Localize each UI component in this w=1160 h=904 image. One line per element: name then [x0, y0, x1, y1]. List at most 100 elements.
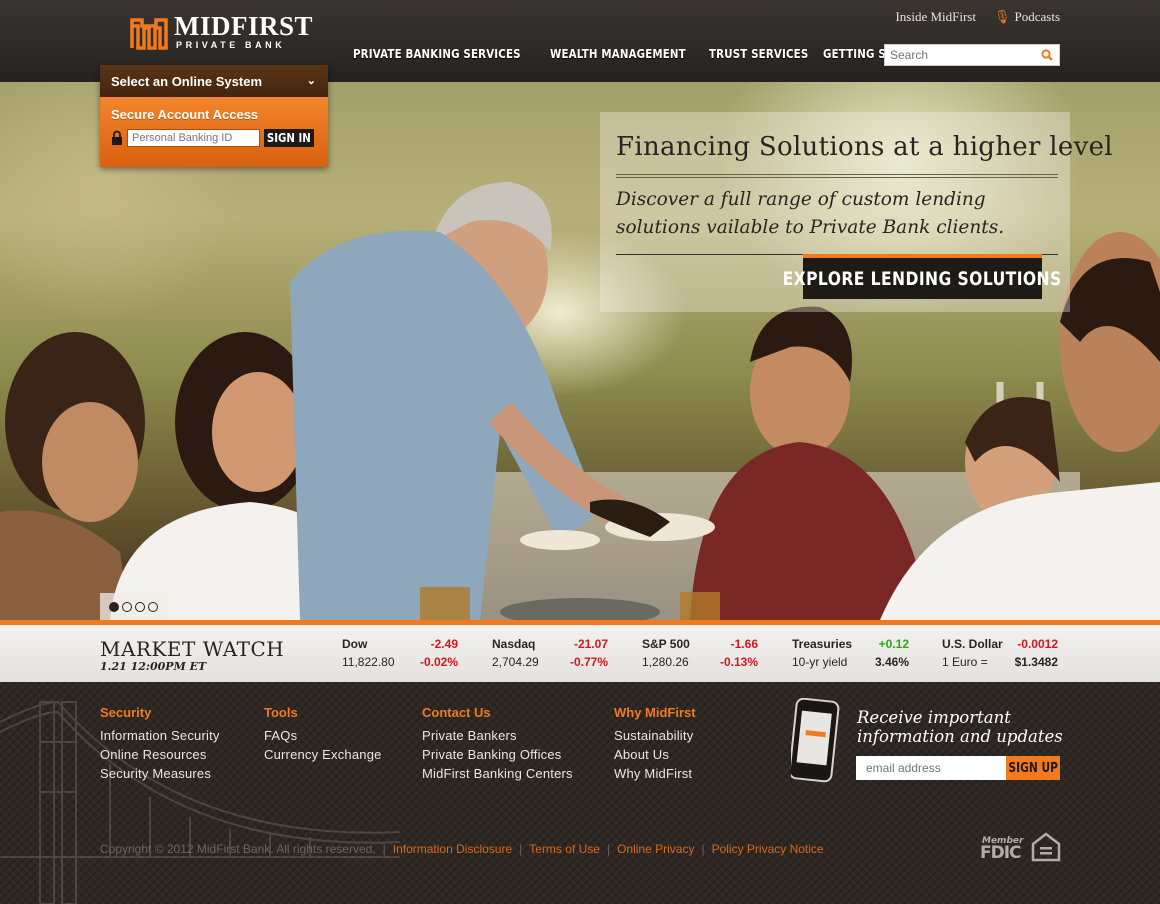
privacy-notice-link[interactable]: Policy Privacy Notice [712, 842, 824, 856]
legal-separator: | [519, 842, 523, 856]
sign-up-label: SIGN UP [1008, 760, 1058, 776]
regulatory-badges: Member FDIC [980, 832, 1061, 862]
footer-link-why-midfirst[interactable]: Why MidFirst [614, 764, 696, 783]
carousel-pager [100, 593, 168, 620]
logo-tagline: PRIVATE BANK [176, 40, 286, 50]
market-watch-time: 1.21 12:00PM ET [100, 660, 207, 673]
login-row: SIGN IN [111, 129, 317, 147]
quote-name: U.S. Dollar [942, 637, 1003, 651]
footer-link-banking-centers[interactable]: MidFirst Banking Centers [422, 764, 573, 783]
footer-link-private-banking-offices[interactable]: Private Banking Offices [422, 745, 573, 764]
secure-access-form: Secure Account Access SIGN IN [100, 97, 328, 167]
search-box [884, 44, 1060, 66]
quote-change: -21.07 [573, 637, 608, 651]
terms-of-use-link[interactable]: Terms of Use [529, 842, 600, 856]
utility-nav: Inside MidFirst 🎙 Podcasts [895, 9, 1060, 25]
chevron-down-icon: ⌄ [306, 75, 316, 87]
footer-heading: Why MidFirst [614, 705, 696, 720]
email-field[interactable] [856, 756, 1006, 780]
search-input[interactable] [885, 45, 1035, 65]
footer-col-why-midfirst: Why MidFirst Sustainability About Us Why… [614, 705, 696, 783]
market-watch-title: MARKET WATCH [100, 637, 285, 661]
online-system-select[interactable]: Select an Online System ⌄ [100, 65, 328, 97]
footer-col-tools: Tools FAQs Currency Exchange [264, 705, 382, 764]
banking-id-input[interactable] [127, 129, 260, 147]
quote-change: -2.49 [430, 637, 458, 651]
footer-heading: Security [100, 705, 152, 720]
quote-value: 10-yr yield [792, 655, 848, 669]
quote-pct: 3.46% [874, 655, 909, 669]
quote-sp500: S&P 500 -1.66 1,280.26 -0.13% [642, 637, 758, 673]
inside-midfirst-link[interactable]: Inside MidFirst [895, 9, 976, 25]
quote-treasuries: Treasuries +0.12 10-yr yield 3.46% [792, 637, 909, 673]
footer-link-security-measures[interactable]: Security Measures [100, 764, 220, 783]
footer-link-about-us[interactable]: About Us [614, 745, 696, 764]
sign-in-button[interactable]: SIGN IN [264, 129, 314, 147]
quote-change: -0.0012 [1017, 637, 1058, 651]
quote-value: 1,280.26 [642, 655, 689, 669]
hero-title: Financing Solutions at a higher level [616, 132, 1113, 162]
explore-lending-label: EXPLORE LENDING SOLUTIONS [782, 267, 1063, 290]
quote-value: 1 Euro = [942, 655, 988, 669]
nav-trust-services[interactable]: TRUST SERVICES [709, 46, 808, 61]
footer-link-online-resources[interactable]: Online Resources [100, 745, 220, 764]
nav-wealth-management[interactable]: WEALTH MANAGEMENT [550, 46, 686, 61]
footer-link-sustainability[interactable]: Sustainability [614, 726, 696, 745]
fdic-badge: Member FDIC [980, 835, 1023, 863]
footer-link-faqs[interactable]: FAQs [264, 726, 382, 745]
carousel-dot-3[interactable] [135, 601, 145, 612]
hero-subtitle: Discover a full range of custom lending … [616, 189, 1005, 238]
quote-dow: Dow -2.49 11,822.80 -0.02% [342, 637, 458, 673]
midfirst-logo[interactable]: MIDFIRST PRIVATE BANK [130, 11, 313, 52]
market-watch: MARKET WATCH 1.21 12:00PM ET Dow -2.49 11… [0, 620, 1160, 682]
lock-icon [112, 130, 122, 145]
quote-usd: U.S. Dollar -0.0012 1 Euro = $1.3482 [942, 637, 1058, 673]
footer-heading: Tools [264, 705, 298, 720]
podcasts-link[interactable]: 🎙 Podcasts [994, 9, 1060, 25]
quote-name: Treasuries [792, 637, 853, 651]
quote-nasdaq: Nasdaq -21.07 2,704.29 -0.77% [492, 637, 608, 673]
quote-pct: $1.3482 [1014, 655, 1058, 669]
information-disclosure-link[interactable]: Information Disclosure [393, 842, 512, 856]
sign-up-button[interactable]: SIGN UP [1006, 756, 1060, 780]
footer-heading: Contact Us [422, 705, 491, 720]
newsletter-line2: information and updates [857, 727, 1063, 746]
hero-divider [616, 174, 1058, 178]
explore-lending-button[interactable]: EXPLORE LENDING SOLUTIONS [783, 254, 1062, 299]
newsletter-line1: Receive important [857, 708, 1011, 727]
equal-housing-lender-icon [1032, 832, 1061, 862]
logo-mark-icon [130, 18, 168, 50]
quote-value: 2,704.29 [492, 655, 539, 669]
newsletter-heading: Receive important information and update… [857, 708, 1063, 746]
online-privacy-link[interactable]: Online Privacy [617, 842, 694, 856]
footer-link-currency-exchange[interactable]: Currency Exchange [264, 745, 382, 764]
quote-pct: -0.77% [569, 655, 608, 669]
legal-separator: | [606, 842, 611, 856]
online-system-label: Select an Online System [111, 74, 263, 89]
footer-col-contact: Contact Us Private Bankers Private Banki… [422, 705, 573, 783]
quote-name: Dow [342, 637, 368, 651]
nav-private-banking-services[interactable]: PRIVATE BANKING SERVICES [353, 46, 521, 61]
podcasts-label: Podcasts [1014, 9, 1061, 24]
footer-link-private-bankers[interactable]: Private Bankers [422, 726, 573, 745]
sign-in-label: SIGN IN [267, 131, 311, 145]
carousel-dot-4[interactable] [148, 601, 158, 612]
logo-name: MIDFIRST [174, 11, 314, 41]
carousel-dot-2[interactable] [122, 601, 132, 612]
search-icon[interactable] [1041, 49, 1053, 61]
main-nav: PRIVATE BANKING SERVICES WEALTH MANAGEME… [353, 46, 931, 61]
site-footer: Security Information Security Online Res… [0, 682, 1160, 904]
copyright-text: Copyright © 2012 MidFirst Bank. All righ… [100, 842, 376, 856]
fdic-label: FDIC [980, 843, 1022, 863]
legal-separator: | [382, 842, 386, 856]
legal-separator: | [701, 842, 705, 856]
microphone-icon: 🎙 [993, 9, 1011, 24]
smartphone-icon [791, 698, 840, 783]
quote-value: 11,822.80 [342, 655, 395, 669]
quote-name: Nasdaq [492, 637, 536, 651]
carousel-dot-1[interactable] [109, 601, 119, 612]
legal-bar: Copyright © 2012 MidFirst Bank. All righ… [100, 842, 824, 856]
quote-change: -1.66 [730, 637, 758, 651]
footer-link-information-security[interactable]: Information Security [100, 726, 220, 745]
footer-col-security: Security Information Security Online Res… [100, 705, 220, 783]
